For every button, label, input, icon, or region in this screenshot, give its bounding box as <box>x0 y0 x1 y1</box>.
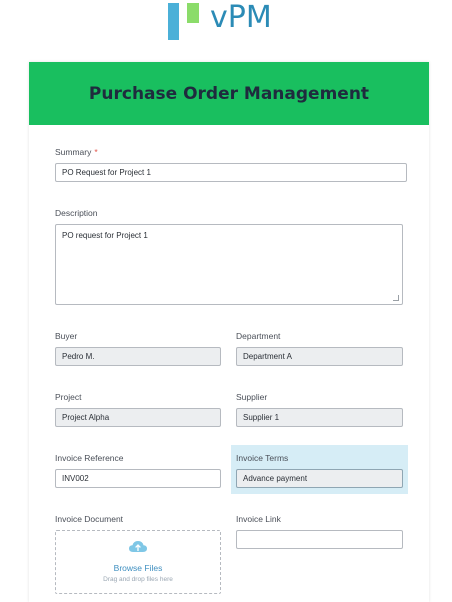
department-label: Department <box>236 331 281 341</box>
supplier-value: Supplier 1 <box>243 413 280 422</box>
browse-files-link[interactable]: Browse Files <box>56 563 220 573</box>
department-field: Department A <box>236 347 403 366</box>
invoice-link-input[interactable] <box>236 530 403 549</box>
invoice-link-label: Invoice Link <box>236 514 281 524</box>
logo-text: vPM <box>210 0 272 35</box>
project-label: Project <box>55 392 82 402</box>
drop-hint: Drag and drop files here <box>103 576 173 583</box>
description-label: Description <box>55 208 98 218</box>
invoice-reference-value: INV002 <box>62 474 89 483</box>
required-mark: * <box>94 147 98 157</box>
summary-value: PO Request for Project 1 <box>62 168 151 177</box>
invoice-terms-value: Advance payment <box>243 474 308 483</box>
resize-handle[interactable] <box>393 295 399 301</box>
department-value: Department A <box>243 352 292 361</box>
buyer-label: Buyer <box>55 331 78 341</box>
summary-label-text: Summary <box>55 147 92 157</box>
summary-input[interactable]: PO Request for Project 1 <box>55 163 407 182</box>
vpm-logo: vPM <box>168 0 288 41</box>
logo-bar-blue <box>168 3 179 40</box>
invoice-document-label: Invoice Document <box>55 514 124 524</box>
supplier-label: Supplier <box>236 392 268 402</box>
cloud-upload-icon <box>129 541 147 552</box>
description-value: PO request for Project 1 <box>62 231 148 240</box>
project-field: Project Alpha <box>55 408 221 427</box>
invoice-terms-field[interactable]: Advance payment <box>236 469 403 488</box>
file-dropzone[interactable]: Browse Files Drag and drop files here <box>55 530 221 594</box>
buyer-value: Pedro M. <box>62 352 95 361</box>
form-header: Purchase Order Management <box>29 62 429 125</box>
invoice-reference-input[interactable]: INV002 <box>55 469 221 488</box>
project-value: Project Alpha <box>62 413 110 422</box>
invoice-terms-label: Invoice Terms <box>236 453 289 463</box>
logo-bar-green <box>187 3 199 23</box>
form-card: Purchase Order Management Summary * PO Re… <box>29 62 429 602</box>
summary-label: Summary * <box>55 147 98 157</box>
invoice-reference-label: Invoice Reference <box>55 453 124 463</box>
page-title: Purchase Order Management <box>88 83 370 104</box>
description-textarea[interactable]: PO request for Project 1 <box>55 224 403 305</box>
buyer-field: Pedro M. <box>55 347 221 366</box>
supplier-field: Supplier 1 <box>236 408 403 427</box>
